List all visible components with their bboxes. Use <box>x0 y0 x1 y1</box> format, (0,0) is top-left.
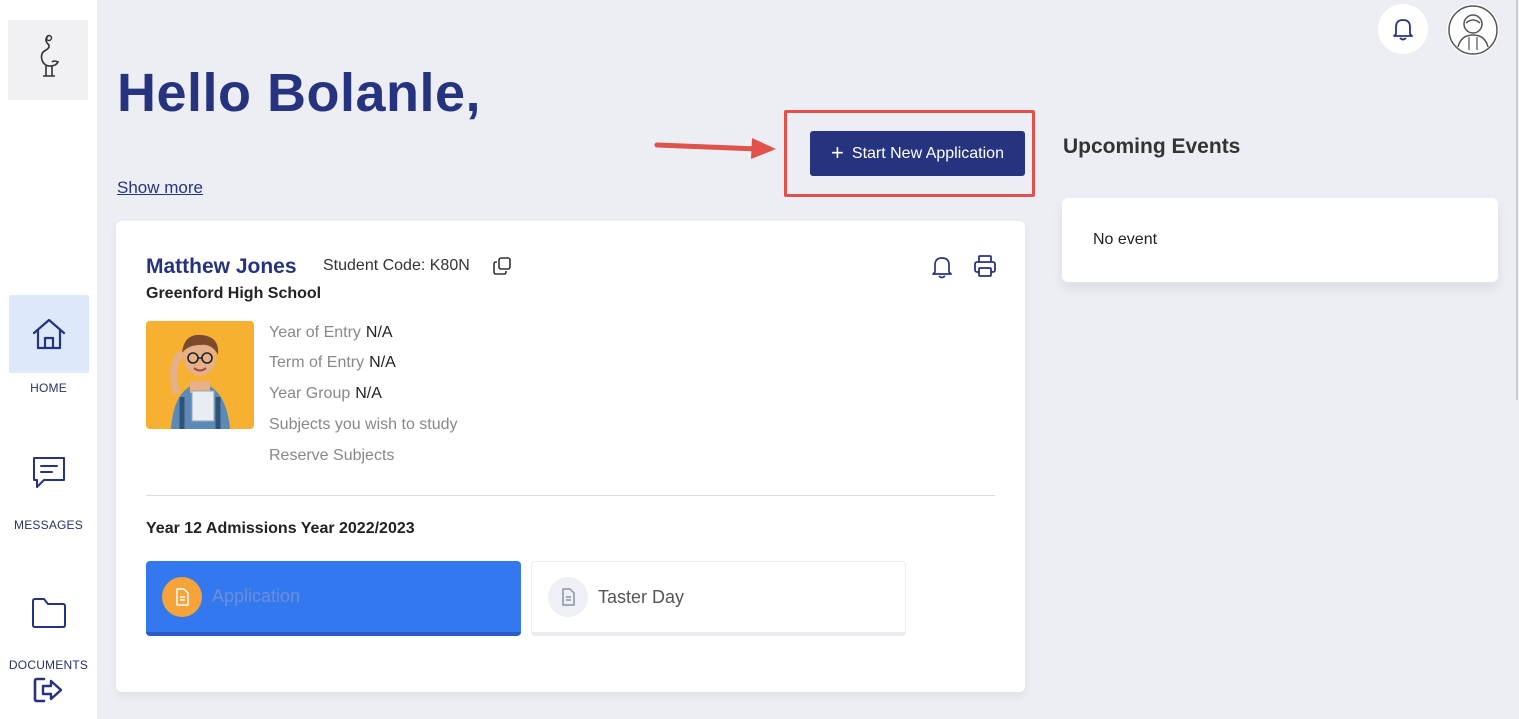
app-logo[interactable] <box>8 20 88 100</box>
year-group-label: Year Group <box>269 385 351 402</box>
year-of-entry-label: Year of Entry <box>269 324 361 341</box>
sidebar-item-home[interactable]: HOME <box>0 295 97 395</box>
subjects-label: Subjects you wish to study <box>269 416 458 433</box>
notifications-button[interactable] <box>1378 4 1428 54</box>
document-icon <box>548 577 588 617</box>
student-bell-icon[interactable] <box>931 255 953 279</box>
sidebar-item-label: HOME <box>30 381 67 395</box>
admissions-title: Year 12 Admissions Year 2022/2023 <box>146 520 415 537</box>
student-code: Student Code: K80N <box>323 257 470 274</box>
start-new-application-button[interactable]: + Start New Application <box>810 131 1025 176</box>
printer-icon[interactable] <box>972 253 998 279</box>
bell-icon <box>1393 19 1413 41</box>
school-name: Greenford High School <box>146 285 322 302</box>
sidebar-item-documents[interactable]: DOCUMENTS <box>0 576 97 672</box>
student-photo-image <box>146 321 254 429</box>
card-divider <box>146 495 995 496</box>
document-glyph-icon <box>562 588 575 606</box>
sidebar-item-messages-icon-wrap <box>9 436 89 510</box>
year-of-entry-value: N/A <box>365 324 393 341</box>
logout-icon[interactable] <box>31 675 65 705</box>
upcoming-events-card: No event <box>1062 198 1498 282</box>
term-of-entry-label: Term of Entry <box>269 354 365 371</box>
subjects-wish-to-study: Subjects you wish to study <box>269 416 458 434</box>
document-glyph-icon <box>176 587 189 606</box>
sidebar-item-label: MESSAGES <box>14 518 83 532</box>
student-photo <box>146 321 254 429</box>
bird-logo-icon <box>40 34 60 77</box>
scrollbar[interactable] <box>1516 0 1518 400</box>
no-event-text: No event <box>1093 231 1158 248</box>
student-card: Matthew Jones Student Code: K80N Greenfo… <box>116 221 1025 692</box>
year-of-entry: Year of Entry N/A <box>269 324 393 342</box>
student-name: Matthew Jones <box>146 255 297 278</box>
sidebar-item-label: DOCUMENTS <box>8 658 89 672</box>
annotation-arrow-icon <box>654 138 776 159</box>
start-new-application-label: Start New Application <box>851 144 1004 162</box>
user-avatar-button[interactable] <box>1447 4 1499 56</box>
term-of-entry-value: N/A <box>369 354 396 371</box>
reserve-subjects-label: Reserve Subjects <box>269 447 395 464</box>
sidebar-item-messages[interactable]: MESSAGES <box>0 436 97 532</box>
avatar-icon <box>1448 5 1498 55</box>
tab-taster-day-label: Taster Day <box>598 586 685 607</box>
upcoming-events-title: Upcoming Events <box>1063 135 1241 158</box>
sidebar-item-documents-icon-wrap <box>9 576 89 650</box>
tab-application-label: Application <box>212 586 301 606</box>
copy-icon[interactable] <box>492 256 512 276</box>
plus-icon: + <box>831 139 844 165</box>
term-of-entry: Term of Entry N/A <box>269 354 396 372</box>
show-more-link[interactable]: Show more <box>117 178 203 198</box>
sidebar: HOME MESSAGES DOCUMENTS <box>0 0 97 719</box>
page-title: Hello Bolanle, <box>117 63 482 123</box>
year-group: Year Group N/A <box>269 385 382 403</box>
message-icon <box>32 457 65 488</box>
year-group-value: N/A <box>355 385 382 402</box>
sidebar-item-home-icon-wrap <box>8 295 89 373</box>
home-icon <box>32 318 65 350</box>
tab-taster-day[interactable]: Taster Day <box>531 561 906 636</box>
folder-icon <box>31 598 66 628</box>
reserve-subjects: Reserve Subjects <box>269 447 394 465</box>
document-icon <box>162 576 202 617</box>
tab-application[interactable]: Application <box>146 561 521 636</box>
